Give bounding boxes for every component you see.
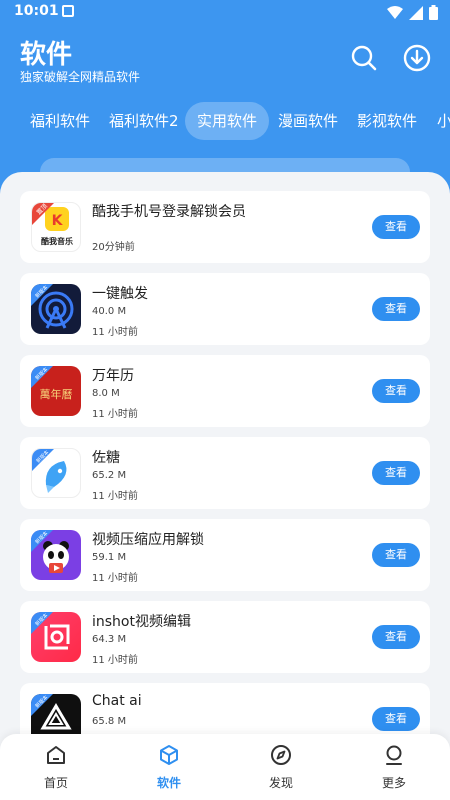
status-bar: 10:01	[0, 0, 450, 24]
tab-welfare-software-2[interactable]: 福利软件2	[109, 102, 179, 140]
view-button[interactable]: 查看	[372, 215, 420, 239]
app-name: Chat ai	[92, 693, 142, 709]
nav-home[interactable]: 首页	[26, 744, 86, 791]
app-update-time: 11 小时前	[92, 327, 138, 338]
app-card[interactable]: K 置顶 酷我音乐 酷我手机号登录解锁会员 20分钟前 查看	[20, 191, 430, 263]
compass-icon	[271, 745, 291, 765]
page-subtitle: 独家破解全网精品软件	[20, 70, 141, 84]
panda-video-app-icon: 新版本	[31, 530, 81, 580]
app-size: 40.0 M	[92, 306, 127, 317]
home-icon	[47, 746, 65, 764]
nav-discover-label: 发现	[268, 776, 293, 790]
page-title: 软件	[20, 40, 73, 70]
status-time: 10:01	[14, 3, 59, 19]
app-name: 酷我手机号登录解锁会员	[92, 204, 246, 220]
view-button[interactable]: 查看	[372, 625, 420, 649]
app-name: 一键触发	[92, 286, 148, 302]
app-card[interactable]: 新版本 inshot视频编辑 64.3 M 11 小时前 查看	[20, 601, 430, 673]
bottom-navigation: 首页 软件 发现 更多	[0, 734, 450, 800]
status-icons	[387, 5, 438, 20]
nav-home-label: 首页	[43, 776, 68, 790]
app-size: 8.0 M	[92, 388, 120, 399]
svg-text:K: K	[52, 213, 64, 229]
app-name: 视频压缩应用解锁	[92, 532, 204, 548]
kuwo-logo-text: 酷我音乐	[41, 236, 73, 246]
app-card[interactable]: 新版本 一键触发 40.0 M 11 小时前 查看	[20, 273, 430, 345]
view-button[interactable]: 查看	[372, 707, 420, 731]
nav-discover[interactable]: 发现	[251, 744, 311, 791]
view-button[interactable]: 查看	[372, 297, 420, 321]
app-name: 万年历	[92, 368, 134, 384]
app-update-time: 11 小时前	[92, 655, 138, 666]
app-update-time: 20分钟前	[92, 242, 135, 253]
search-icon[interactable]	[350, 44, 378, 72]
nav-software-label: 软件	[156, 776, 181, 790]
tab-welfare-software[interactable]: 福利软件	[30, 102, 90, 140]
broadcast-app-icon: 新版本	[31, 284, 81, 334]
app-size: 64.3 M	[92, 634, 127, 645]
cube-icon	[160, 745, 178, 765]
view-button[interactable]: 查看	[372, 461, 420, 485]
tab-utility-software[interactable]: 实用软件	[185, 102, 270, 140]
app-update-time: 11 小时前	[92, 573, 138, 584]
app-card[interactable]: 新版本 视频压缩应用解锁 59.1 M 11 小时前 查看	[20, 519, 430, 591]
user-icon	[386, 745, 402, 765]
nav-more[interactable]: 更多	[364, 744, 424, 791]
nav-software[interactable]: 软件	[139, 744, 199, 791]
battery-icon	[429, 5, 438, 20]
app-name: inshot视频编辑	[92, 614, 191, 630]
signal-icon	[409, 5, 423, 20]
nav-more-label: 更多	[381, 776, 406, 790]
category-tabs: 福利软件 福利软件2 实用软件 漫画软件 影视软件 小	[0, 102, 450, 140]
app-name: 佐糖	[92, 450, 120, 466]
view-button[interactable]: 查看	[372, 543, 420, 567]
wifi-icon	[387, 5, 403, 19]
calendar-app-icon: 萬年曆 新版本	[31, 366, 81, 416]
inshot-app-icon: 新版本	[31, 612, 81, 662]
app-card[interactable]: 萬年曆 新版本 万年历 8.0 M 11 小时前 查看	[20, 355, 430, 427]
tab-comic-software[interactable]: 漫画软件	[278, 102, 338, 140]
app-size: 59.1 M	[92, 552, 127, 563]
zuotang-app-icon: 新版本	[31, 448, 81, 498]
app-update-time: 11 小时前	[92, 491, 138, 502]
app-update-time: 11 小时前	[92, 409, 138, 420]
view-button[interactable]: 查看	[372, 379, 420, 403]
kuwo-music-icon: K 置顶 酷我音乐	[31, 202, 81, 252]
app-size: 65.8 M	[92, 716, 127, 727]
tab-video-software[interactable]: 影视软件	[357, 102, 417, 140]
download-icon[interactable]	[403, 44, 431, 72]
app-size: 65.2 M	[92, 470, 127, 481]
app-card[interactable]: 新版本 佐糖 65.2 M 11 小时前 查看	[20, 437, 430, 509]
calendar-logo-text: 萬年曆	[40, 387, 73, 401]
tab-more-partial[interactable]: 小	[437, 102, 450, 140]
notification-icon	[62, 5, 74, 17]
